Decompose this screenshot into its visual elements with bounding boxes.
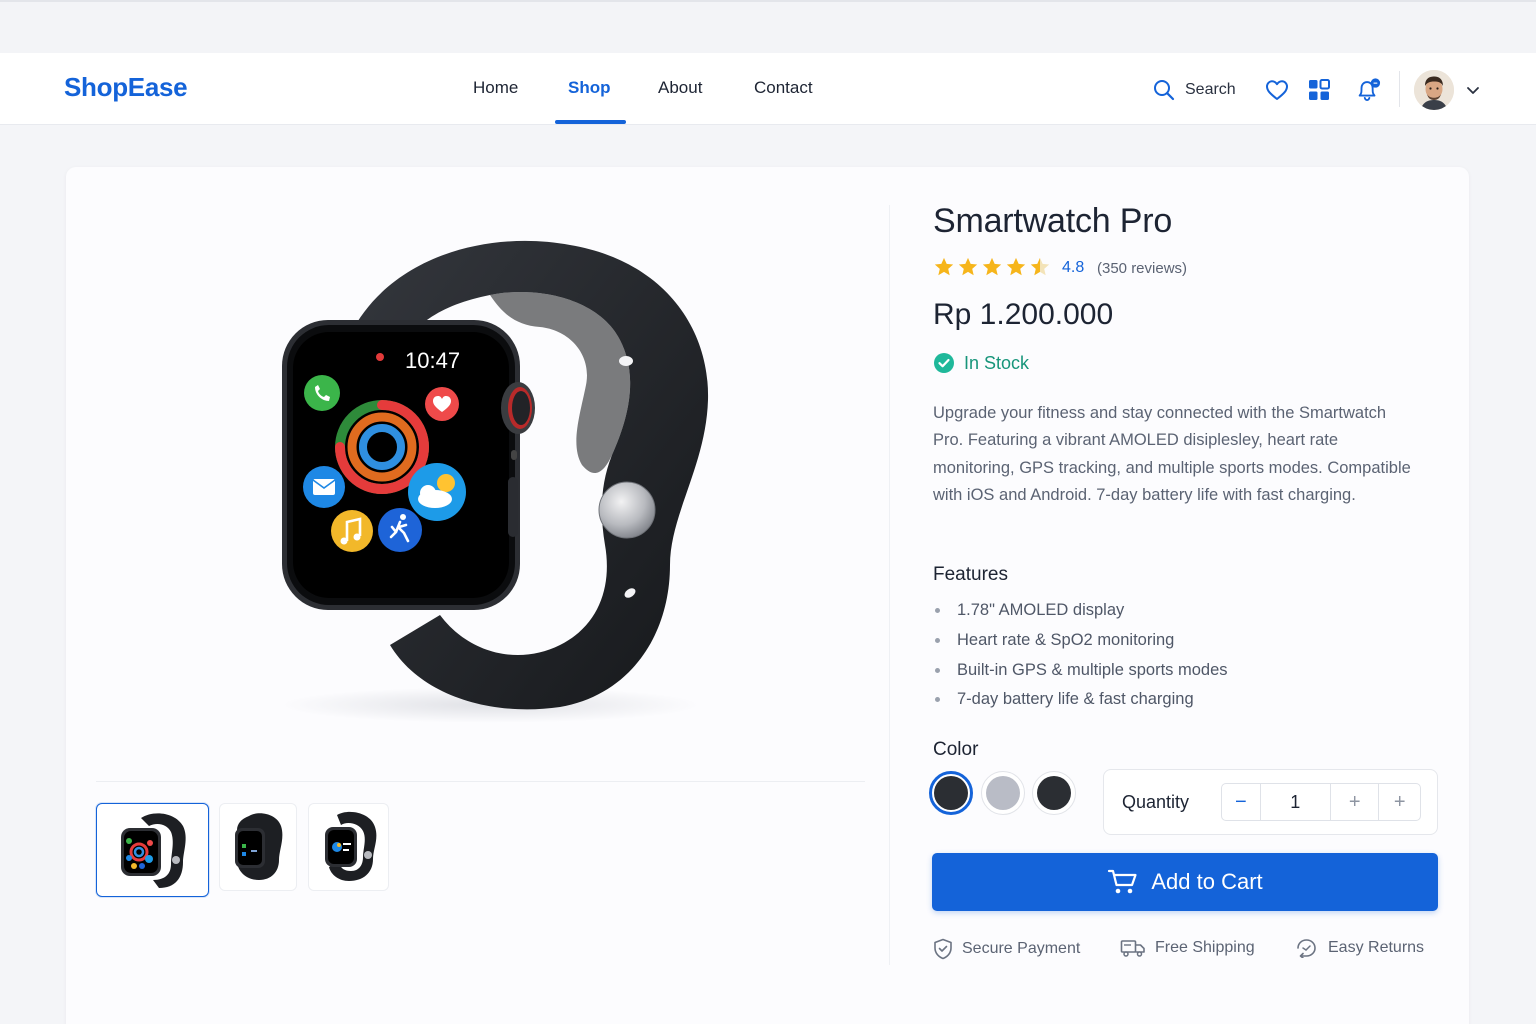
active-nav-indicator: [555, 120, 626, 124]
return-icon: [1297, 939, 1316, 958]
quantity-value[interactable]: 1: [1259, 784, 1331, 820]
gallery-divider: [96, 781, 865, 782]
wishlist-button[interactable]: [1264, 77, 1290, 103]
increment-button[interactable]: +: [1331, 784, 1379, 820]
thumbnail-2[interactable]: [219, 803, 297, 891]
bullet-icon: [935, 697, 940, 703]
watch-time: 10:47: [405, 348, 460, 373]
avatar-image: [1414, 70, 1454, 110]
list-item: 7-day battery life & fast charging: [933, 685, 1228, 715]
quantity-label: Quantity: [1122, 792, 1190, 812]
search-button[interactable]: Search: [1152, 77, 1236, 103]
star-full-icon: [934, 257, 954, 276]
add-to-cart-button[interactable]: Add to Cart: [932, 853, 1438, 911]
thumbnail-watch-angle: [324, 811, 376, 881]
star-full-icon: [982, 257, 1002, 276]
categories-button[interactable]: [1306, 77, 1332, 103]
quantity-stepper: − 1 + +: [1221, 783, 1421, 821]
thumbnail-watch-side: [235, 813, 283, 880]
thumbnail-1[interactable]: [96, 803, 209, 897]
nav-shop[interactable]: Shop: [568, 78, 611, 98]
stock-label: In Stock: [964, 352, 1030, 373]
color-swatch-1[interactable]: [929, 771, 973, 815]
color-heading: Color: [933, 739, 979, 760]
cart-icon: [1108, 869, 1137, 894]
features-list: 1.78" AMOLED display Heart rate & SpO2 m…: [933, 596, 1228, 715]
top-navbar: ShopEase Home Shop About Contact Search: [0, 53, 1536, 125]
chevron-down-icon[interactable]: [1464, 81, 1482, 99]
smartwatch-illustration: 10:47: [280, 240, 709, 723]
stock-status: In Stock: [933, 352, 1029, 374]
perk-secure-payment: Secure Payment: [933, 938, 1080, 960]
color-swatch-3[interactable]: [1032, 771, 1076, 815]
product-price: Rp 1.200.000: [933, 298, 1114, 331]
decrement-button[interactable]: −: [1222, 784, 1260, 820]
features-heading: Features: [933, 564, 1008, 585]
rating-value: 4.8: [1062, 259, 1085, 276]
thumbnail-3[interactable]: [308, 803, 389, 891]
perk-easy-returns: Easy Returns: [1295, 938, 1424, 958]
product-main-image: 10:47: [240, 215, 760, 735]
nav-home[interactable]: Home: [473, 78, 518, 98]
truck-icon: [1120, 940, 1145, 957]
thumbnail-watch-front: [120, 813, 186, 888]
list-item: Built-in GPS & multiple sports modes: [933, 655, 1228, 685]
nav-about[interactable]: About: [658, 78, 702, 98]
check-circle-icon: [934, 353, 954, 373]
brand-logo[interactable]: ShopEase: [64, 72, 188, 103]
quantity-box: Quantity − 1 + +: [1103, 769, 1438, 835]
review-count[interactable]: (350 reviews): [1097, 260, 1187, 277]
color-swatch-2[interactable]: [981, 771, 1025, 815]
bullet-icon: [935, 638, 940, 644]
heart-icon: [1266, 80, 1288, 100]
grid-icon: [1309, 79, 1330, 100]
nav-contact[interactable]: Contact: [754, 78, 813, 98]
star-full-icon: [1006, 257, 1026, 276]
add-to-cart-label: Add to Cart: [1151, 869, 1263, 894]
star-rating: [933, 256, 1051, 278]
star-full-icon: [958, 257, 978, 276]
product-description: Upgrade your fitness and stay connected …: [933, 404, 1411, 504]
shield-icon: [934, 938, 952, 960]
user-avatar[interactable]: [1414, 70, 1454, 110]
search-icon: [1154, 80, 1175, 101]
search-label: Search: [1185, 81, 1236, 98]
notifications-button[interactable]: [1355, 77, 1381, 103]
bullet-icon: [935, 667, 940, 673]
bullet-icon: [935, 608, 940, 614]
star-half-icon: [1030, 257, 1050, 276]
list-item: 1.78" AMOLED display: [933, 596, 1228, 626]
card-column-divider: [889, 205, 890, 965]
bell-icon: [1358, 78, 1381, 101]
navbar-divider: [1399, 71, 1400, 107]
increment-button-secondary[interactable]: +: [1378, 784, 1420, 820]
browser-top-strip: [0, 0, 1536, 53]
perk-free-shipping: Free Shipping: [1120, 938, 1255, 958]
list-item: Heart rate & SpO2 monitoring: [933, 626, 1228, 656]
product-title: Smartwatch Pro: [933, 202, 1173, 240]
